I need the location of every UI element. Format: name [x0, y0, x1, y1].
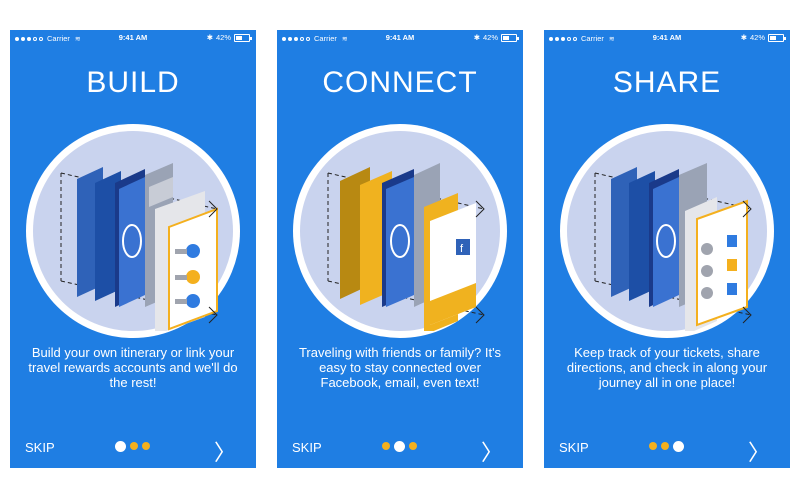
skip-button[interactable]: SKIP: [25, 440, 55, 455]
itinerary-illustration: [33, 131, 233, 331]
page-dot[interactable]: [142, 442, 150, 450]
description-text: Build your own itinerary or link your tr…: [28, 345, 238, 390]
page-dot[interactable]: [649, 442, 657, 450]
battery-icon: [768, 33, 786, 42]
description-text: Traveling with friends or family? It's e…: [298, 345, 502, 390]
onboarding-screen-connect: Carrier ≋ 9:41 AM ✱ 42% CONNECT f Travel…: [277, 30, 523, 468]
bluetooth-icon: ✱: [473, 33, 480, 42]
bluetooth-icon: ✱: [206, 33, 213, 42]
status-bar: Carrier ≋ 9:41 AM ✱ 42%: [277, 30, 523, 46]
illustration-circle: [560, 124, 774, 338]
connect-illustration: f: [300, 131, 500, 331]
next-button[interactable]: 〉: [748, 435, 770, 467]
bluetooth-icon: ✱: [740, 33, 747, 42]
page-title: SHARE: [612, 66, 722, 99]
onboarding-screen-build: Carrier ≋ 9:41 AM ✱ 42% BUILD Build your…: [10, 30, 256, 468]
battery-icon: [234, 33, 252, 42]
page-dot-active[interactable]: [673, 441, 684, 452]
description-text: Keep track of your tickets, share direct…: [566, 345, 768, 390]
page-dot[interactable]: [409, 442, 417, 450]
status-bar: Carrier ≋ 9:41 AM ✱ 42%: [10, 30, 256, 46]
chevron-right-icon: 〉: [747, 440, 770, 465]
page-dot-active[interactable]: [394, 441, 405, 452]
battery-percent: 42%: [482, 33, 498, 42]
page-dot-active[interactable]: [115, 441, 126, 452]
battery-icon: [501, 33, 519, 42]
skip-button[interactable]: SKIP: [292, 440, 322, 455]
chevron-right-icon: 〉: [480, 440, 503, 465]
chevron-right-icon: 〉: [213, 440, 236, 465]
illustration-circle: f: [293, 124, 507, 338]
status-bar: Carrier ≋ 9:41 AM ✱ 42%: [544, 30, 790, 46]
battery-percent: 42%: [215, 33, 231, 42]
page-title: BUILD: [86, 66, 180, 99]
next-button[interactable]: 〉: [481, 435, 503, 467]
page-title: CONNECT: [322, 66, 478, 99]
skip-button[interactable]: SKIP: [559, 440, 589, 455]
page-dot[interactable]: [130, 442, 138, 450]
page-dot[interactable]: [661, 442, 669, 450]
page-indicator: [649, 441, 684, 452]
page-indicator: [115, 441, 150, 452]
illustration-circle: [26, 124, 240, 338]
share-illustration: [567, 131, 767, 331]
page-indicator: [382, 441, 417, 452]
page-dot[interactable]: [382, 442, 390, 450]
next-button[interactable]: 〉: [214, 435, 236, 467]
onboarding-screen-share: Carrier ≋ 9:41 AM ✱ 42% SHARE Keep track…: [544, 30, 790, 468]
battery-percent: 42%: [749, 33, 765, 42]
